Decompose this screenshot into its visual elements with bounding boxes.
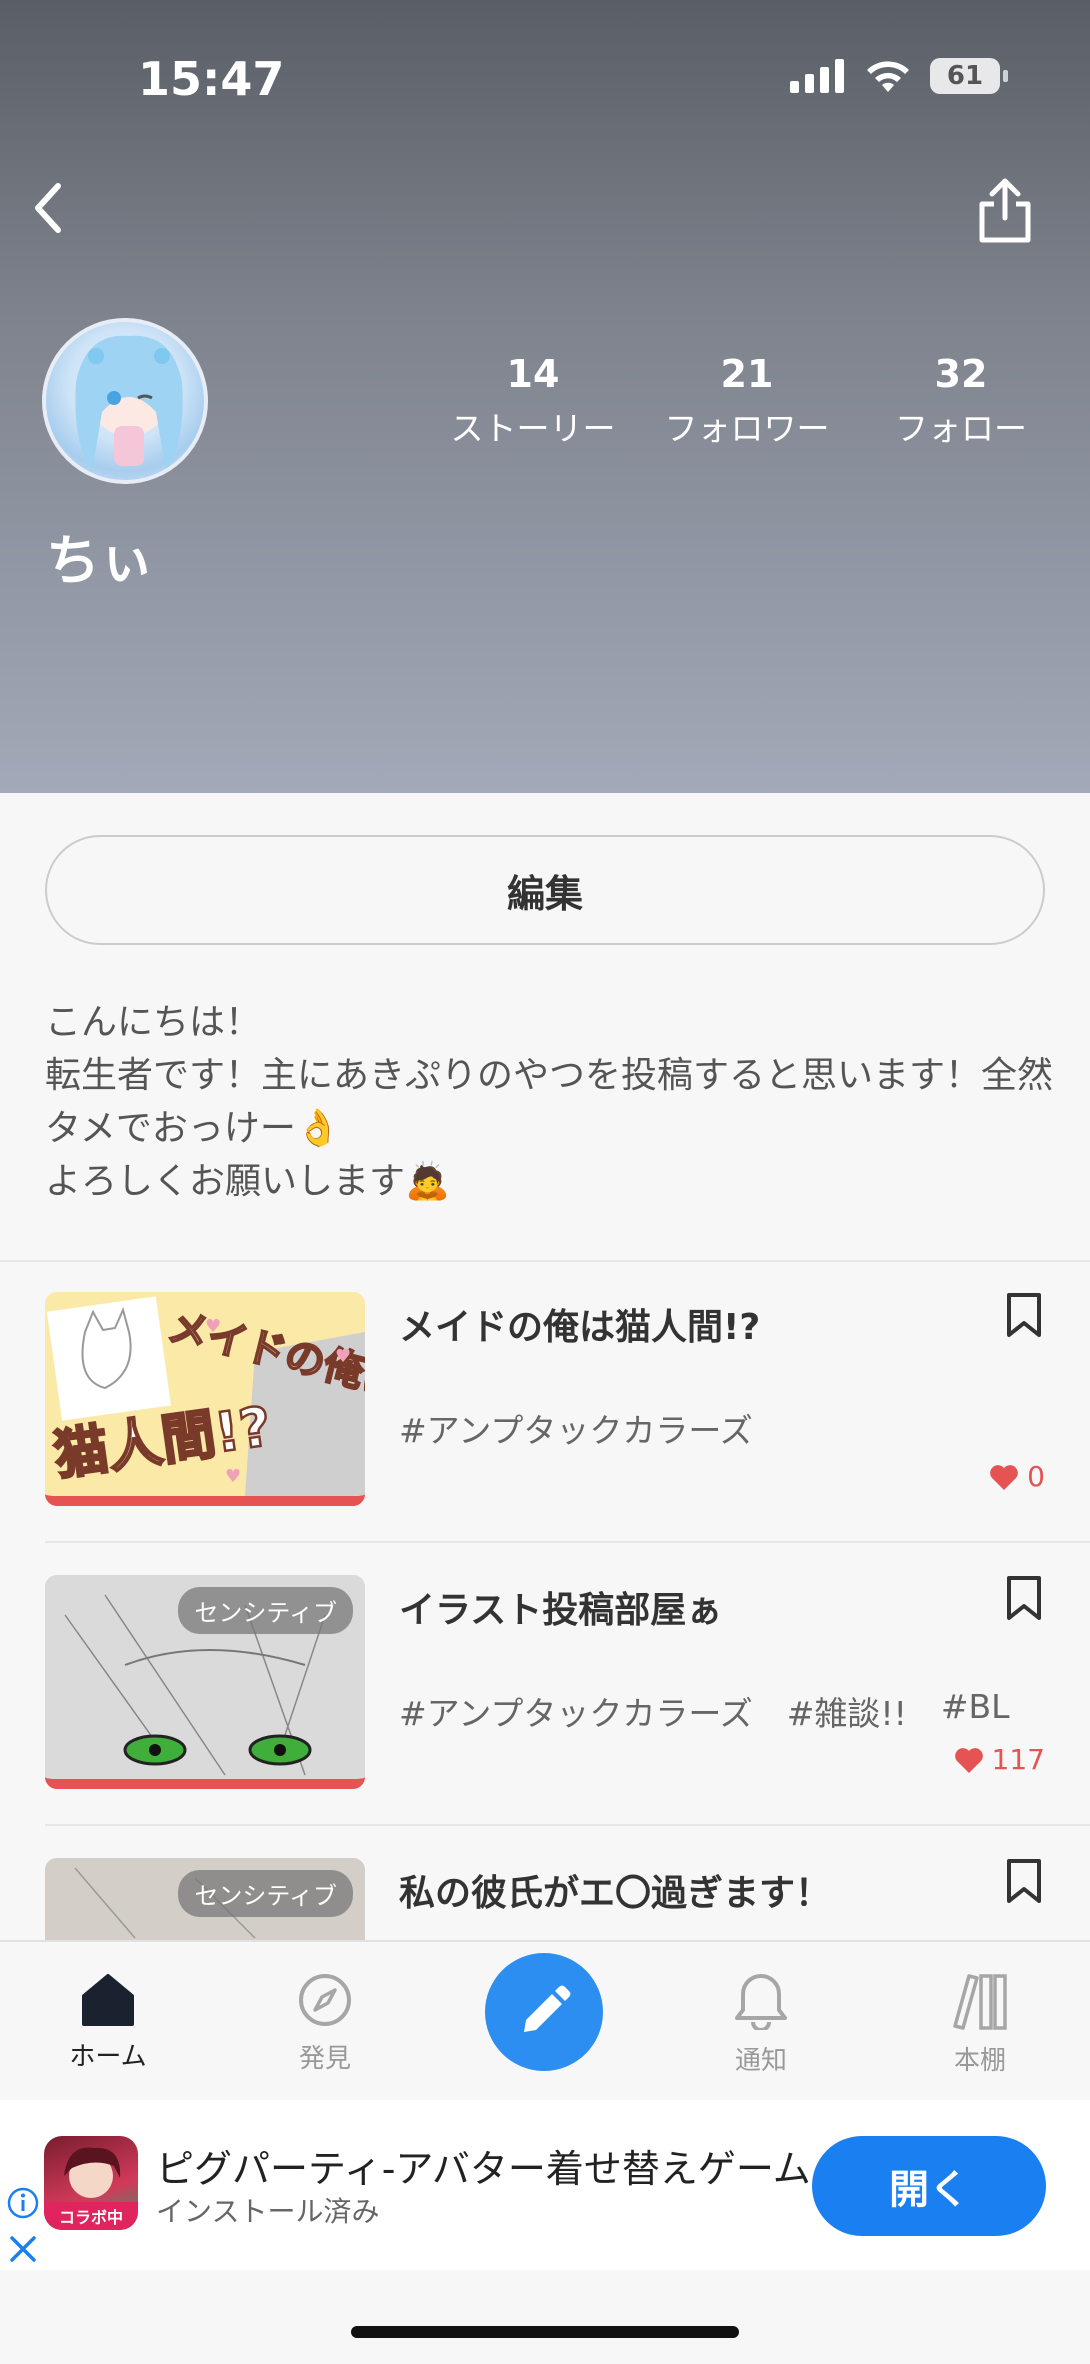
ad-open-button[interactable]: 開く <box>812 2136 1046 2236</box>
heart-icon <box>990 1464 1018 1490</box>
heart-icon <box>954 1747 983 1773</box>
story-item[interactable]: メイドの俺は 猫人間!? ♥ ♥ ♥ メイドの俺は猫人間!? #アンプタックカラ… <box>45 1292 1090 1574</box>
battery-indicator: 61 <box>930 58 1008 94</box>
edit-profile-button[interactable]: 編集 <box>45 835 1045 945</box>
svg-text:♥: ♥ <box>205 1316 221 1337</box>
stat-label: フォロー <box>895 409 1027 448</box>
bookmark-icon[interactable] <box>1003 1292 1045 1338</box>
tab-label: 通知 <box>734 2046 787 2076</box>
story-thumbnail: センシティブ <box>45 1858 365 1940</box>
story-likes: 0 <box>989 1460 1045 1493</box>
sensitive-badge: センシティブ <box>178 1870 353 1917</box>
info-icon[interactable] <box>6 2186 40 2220</box>
ad-icon-label: コラボ中 <box>44 2202 138 2230</box>
home-icon <box>82 1974 134 2026</box>
svg-text:♥: ♥ <box>225 1466 241 1487</box>
story-thumbnail: センシティブ <box>45 1575 365 1789</box>
stat-label: ストーリー <box>450 409 616 448</box>
story-thumbnail: メイドの俺は 猫人間!? ♥ ♥ ♥ <box>45 1292 365 1506</box>
wifi-icon <box>867 61 909 92</box>
avatar[interactable] <box>42 318 208 484</box>
home-indicator <box>351 2326 739 2338</box>
story-title: 私の彼氏がエ〇過ぎます！ <box>399 1873 832 1914</box>
story-likes: 117 <box>954 1743 1045 1776</box>
like-count: 0 <box>1027 1460 1045 1493</box>
ad-app-icon: コラボ中 <box>44 2136 138 2230</box>
tab-label: 発見 <box>298 2044 351 2074</box>
like-count: 117 <box>991 1743 1045 1776</box>
username: ちぃ <box>46 529 154 592</box>
divider <box>0 1260 1090 1262</box>
stat-followers[interactable]: 21 フォロワー <box>647 352 847 450</box>
stat-stories[interactable]: 14 ストーリー <box>433 352 633 450</box>
story-tag[interactable]: #雑談!! <box>787 1687 907 1735</box>
status-bar: 15:47 61 <box>0 0 1090 160</box>
tab-discover[interactable]: 発見 <box>250 1972 400 2075</box>
story-tag[interactable]: #BL <box>941 1687 1010 1735</box>
story-tags: #アンプタックカラーズ <box>399 1404 753 1452</box>
status-icons: 61 <box>790 58 1008 94</box>
stat-value: 21 <box>720 352 774 396</box>
profile-bio: こんにちは！ 転生者です！主にあきぷりのやつを投稿すると思います！全然タメでおっ… <box>45 1002 1054 1202</box>
tab-label: 本棚 <box>953 2046 1006 2076</box>
share-icon[interactable] <box>972 176 1038 246</box>
story-title: イラスト投稿部屋ぁ <box>399 1590 723 1631</box>
ad-title: ピグパーティ-アバター着せ替えゲーム <box>156 2147 811 2191</box>
back-icon[interactable] <box>18 178 78 238</box>
close-icon[interactable] <box>8 2234 38 2264</box>
ad-subtitle: インストール済み <box>156 2195 380 2228</box>
story-tags: #アンプタックカラーズ #雑談!! #BL <box>399 1687 1010 1735</box>
story-tag[interactable]: #アンプタックカラーズ <box>399 1404 753 1452</box>
write-story-button[interactable] <box>485 1953 603 2071</box>
bell-icon <box>735 1974 787 2030</box>
signal-icon <box>790 59 844 93</box>
bookmark-icon[interactable] <box>1003 1575 1045 1621</box>
profile-header: 15:47 61 ちぃ 14 ストーリー 21 フォロワー 32 フォロー <box>0 0 1090 793</box>
divider <box>45 1541 1090 1543</box>
stat-following[interactable]: 32 フォロー <box>861 352 1061 450</box>
story-title: メイドの俺は猫人間!? <box>399 1307 761 1348</box>
story-tag[interactable]: #アンプタックカラーズ <box>399 1687 753 1735</box>
stat-label: フォロワー <box>664 409 830 448</box>
compass-icon <box>299 1974 351 2026</box>
story-item[interactable]: センシティブ イラスト投稿部屋ぁ #アンプタックカラーズ #雑談!! #BL 1… <box>45 1575 1090 1857</box>
stat-value: 32 <box>934 352 988 396</box>
divider <box>45 1824 1090 1826</box>
sensitive-badge: センシティブ <box>178 1587 353 1634</box>
status-time: 15:47 <box>138 52 285 106</box>
tab-notifications[interactable]: 通知 <box>686 1972 836 2077</box>
tab-bookshelf[interactable]: 本棚 <box>905 1972 1055 2077</box>
tab-home[interactable]: ホーム <box>33 1972 183 2073</box>
stat-value: 14 <box>506 352 560 396</box>
ad-banner[interactable]: コラボ中 ピグパーティ-アバター着せ替えゲーム インストール済み 開く <box>0 2100 1090 2270</box>
pencil-icon <box>524 1985 571 2032</box>
tab-label: ホーム <box>69 2042 147 2072</box>
bookshelf-icon <box>953 1974 1007 2030</box>
bookmark-icon[interactable] <box>1003 1858 1045 1904</box>
story-item[interactable]: センシティブ 私の彼氏がエ〇過ぎます！ <box>45 1858 1045 1940</box>
svg-text:♥: ♥ <box>335 1346 351 1367</box>
